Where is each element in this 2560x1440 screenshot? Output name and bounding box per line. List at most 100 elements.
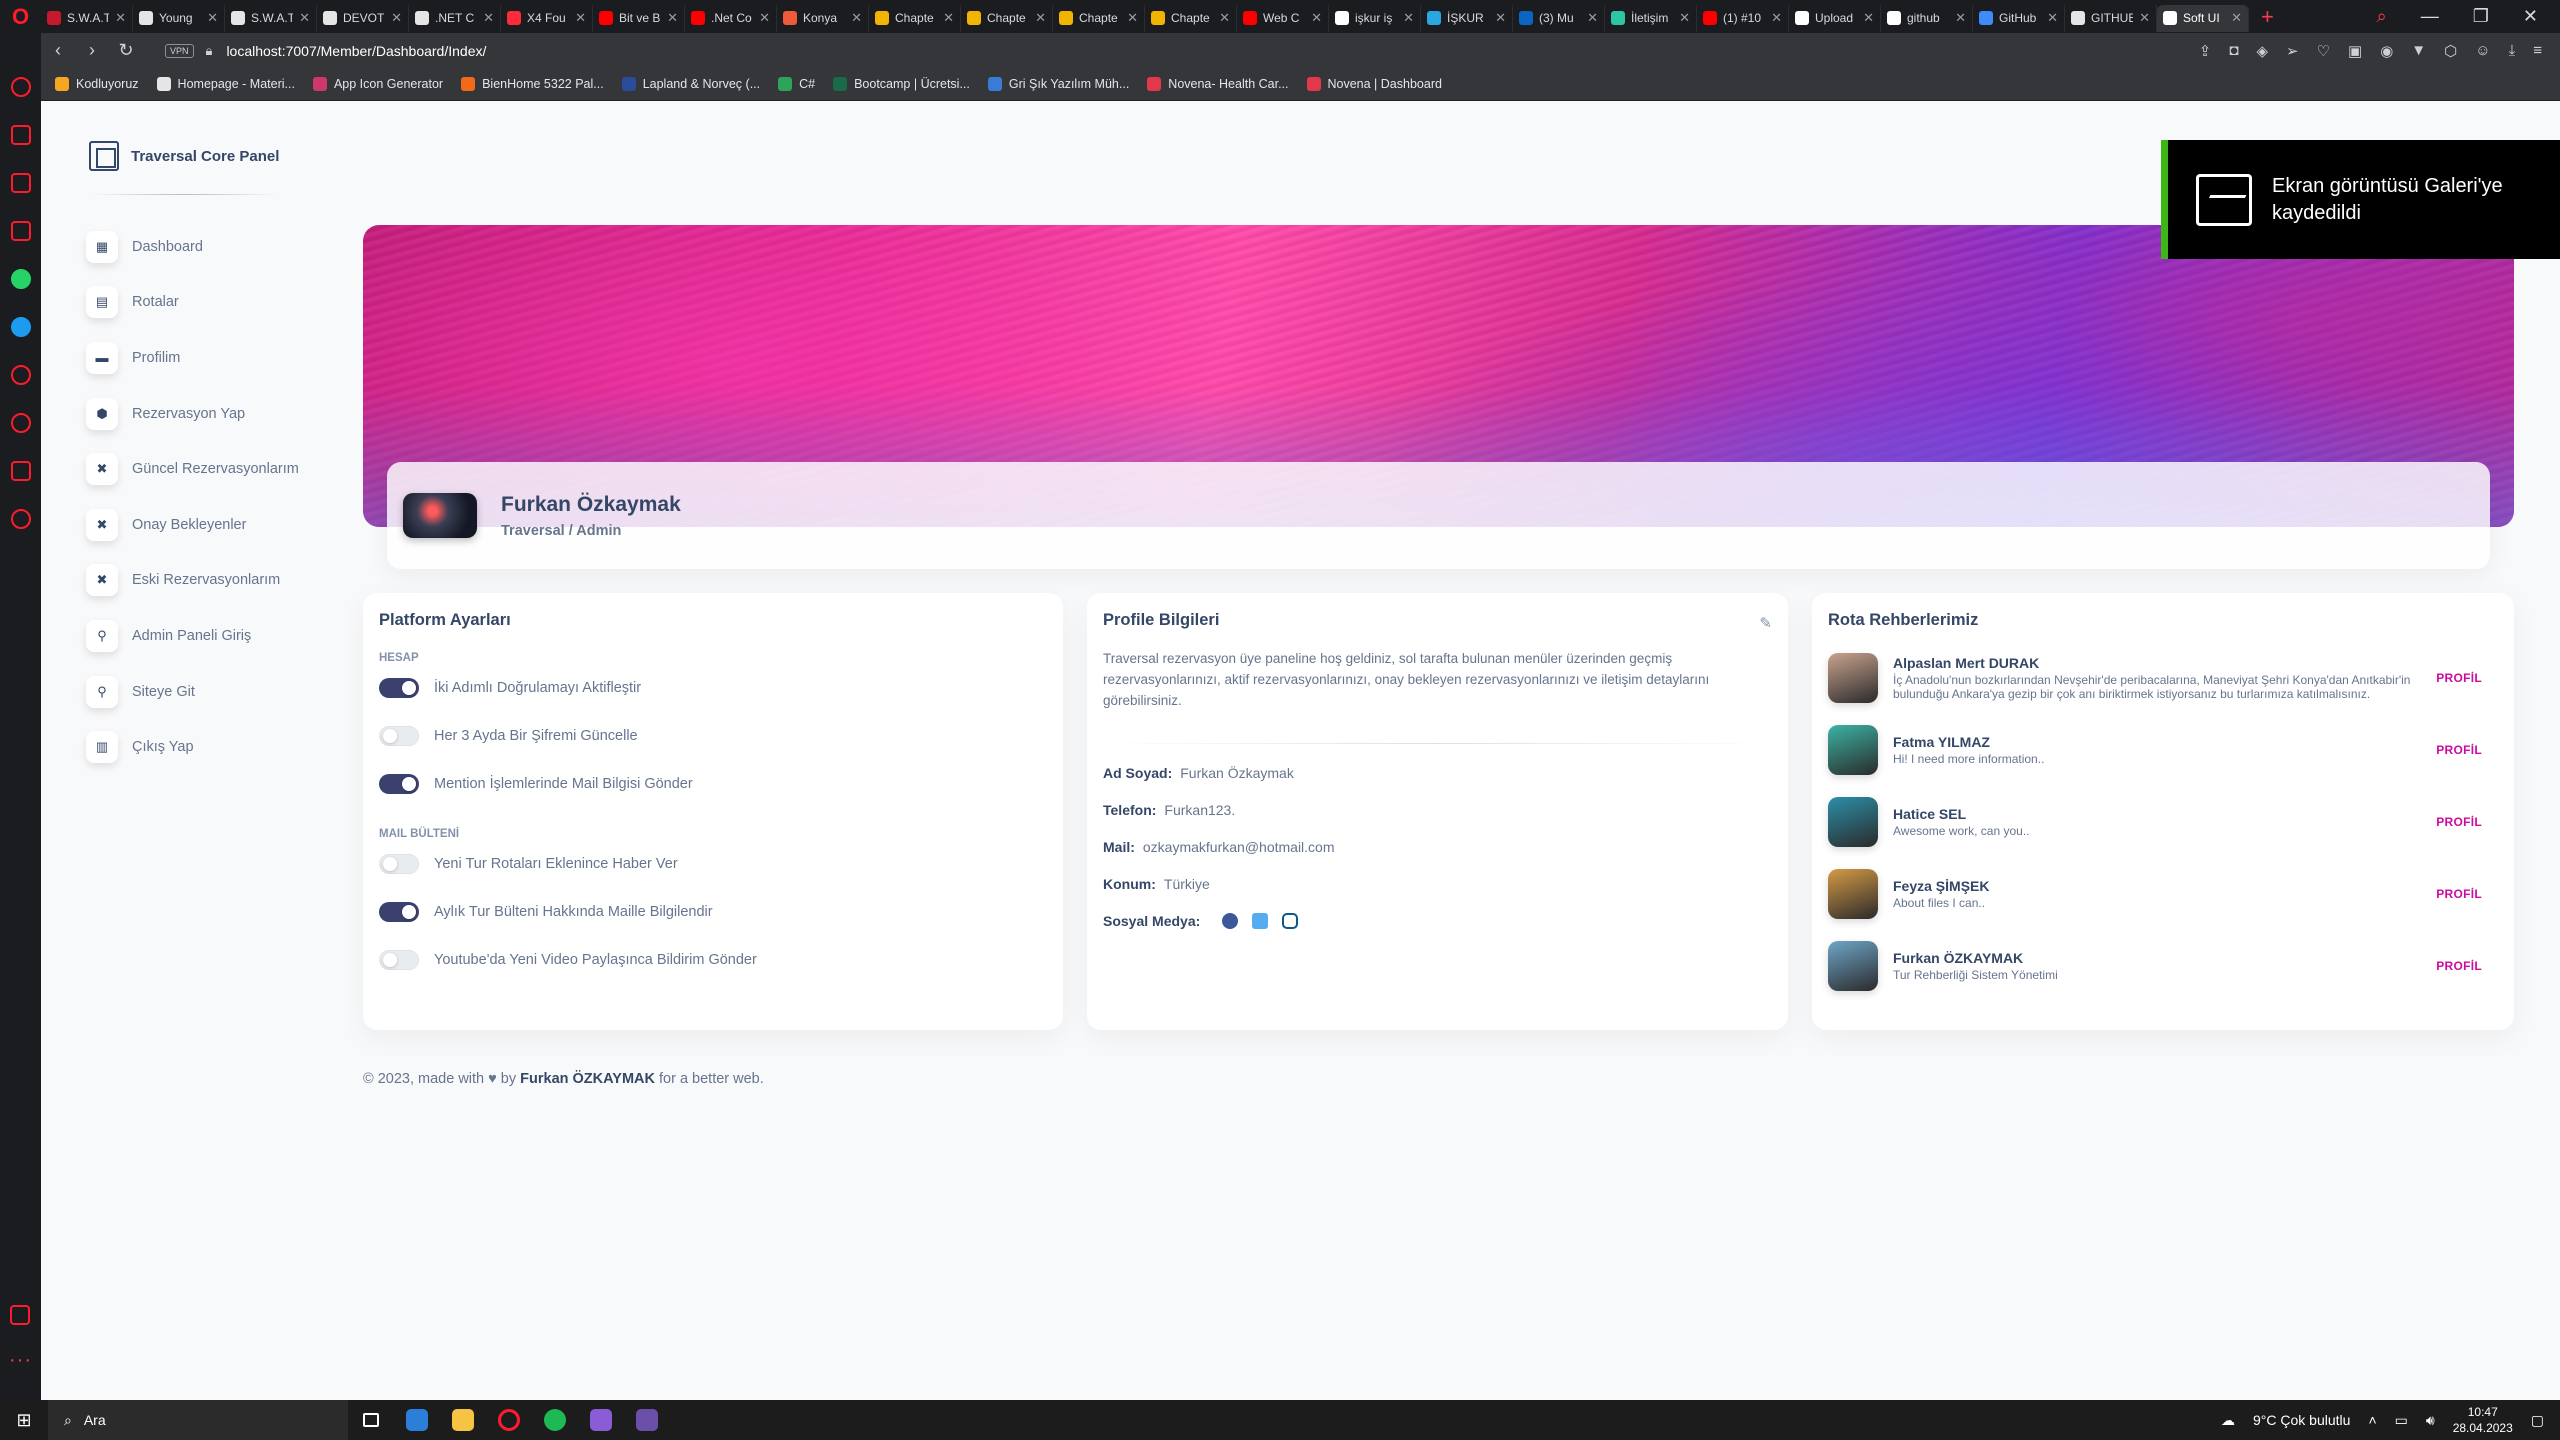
browser-tab[interactable]: Young ✕ (133, 4, 225, 32)
edit-profile-icon[interactable]: ✎ (1759, 614, 1772, 632)
sidebar-item[interactable]: ⚲ Admin Paneli Giriş (86, 608, 346, 664)
volume-icon[interactable]: 🔊︎ (2426, 1412, 2435, 1429)
sidebar-item[interactable]: ✖ Eski Rezervasyonlarım (86, 553, 346, 609)
instagram-icon[interactable] (1282, 912, 1299, 929)
toggle-switch[interactable] (379, 902, 419, 922)
close-tab-icon[interactable]: ✕ (2139, 10, 2150, 26)
browser-tab[interactable]: İletişim ✕ (1605, 4, 1697, 32)
toggle-switch[interactable] (379, 854, 419, 874)
close-tab-icon[interactable]: ✕ (1035, 10, 1046, 26)
url-field[interactable]: localhost:7007/Member/Dashboard/Index/ (226, 43, 486, 59)
opera-logo-icon[interactable]: O (0, 0, 41, 33)
sidebar-item[interactable]: ▦ Dashboard (86, 219, 346, 275)
footer-author-link[interactable]: Furkan ÖZKAYMAK (520, 1071, 655, 1087)
close-tab-icon[interactable]: ✕ (1587, 10, 1598, 26)
download-icon[interactable]: ⤓ (2509, 42, 2516, 60)
browser-tab[interactable]: Chapte ✕ (869, 4, 961, 32)
visual-studio-app-icon[interactable] (578, 1400, 624, 1440)
player-icon[interactable] (10, 365, 31, 385)
shield-icon[interactable]: ◈ (2256, 42, 2268, 60)
close-tab-icon[interactable]: ✕ (1771, 10, 1782, 26)
twitter-icon[interactable] (1252, 912, 1269, 929)
bookmark-item[interactable]: Novena | Dashboard (1306, 77, 1442, 91)
cube-icon[interactable]: ⬡ (2444, 42, 2457, 60)
twitch-icon[interactable] (10, 173, 31, 193)
close-tab-icon[interactable]: ✕ (483, 10, 494, 26)
close-tab-icon[interactable]: ✕ (575, 10, 586, 26)
close-tab-icon[interactable]: ✕ (759, 10, 770, 26)
bookmark-item[interactable]: Gri Şık Yazılım Müh... (987, 77, 1129, 91)
bag-icon[interactable] (10, 125, 31, 145)
browser-tab[interactable]: Chapte ✕ (961, 4, 1053, 32)
extensions-icon[interactable]: ▣ (2348, 42, 2362, 60)
spotify-app-icon[interactable] (532, 1400, 578, 1440)
browser-tab[interactable]: github ✕ (1881, 4, 1973, 32)
share-icon[interactable]: ⇪ (2199, 42, 2212, 60)
browser-tab[interactable]: Chapte ✕ (1053, 4, 1145, 32)
close-tab-icon[interactable]: ✕ (1495, 10, 1506, 26)
close-tab-icon[interactable]: ✕ (207, 10, 218, 26)
profile-icon[interactable]: ☺ (2475, 42, 2490, 60)
close-tab-icon[interactable]: ✕ (1127, 10, 1138, 26)
close-tab-icon[interactable]: ✕ (2231, 10, 2242, 26)
sidebar-item[interactable]: ⬢ Rezervasyon Yap (86, 386, 346, 442)
close-tab-icon[interactable]: ✕ (667, 10, 678, 26)
bookmark-item[interactable]: Lapland & Norveç (... (621, 77, 760, 91)
browser-tab[interactable]: Bit ve B ✕ (593, 4, 685, 32)
sidebar-item[interactable]: ▥ Çıkış Yap (86, 719, 346, 775)
more-icon[interactable]: ··· (9, 1349, 32, 1372)
app-icon[interactable] (624, 1400, 670, 1440)
lock-icon[interactable]: 🔒︎ (206, 43, 213, 59)
gallery-icon[interactable] (10, 1305, 31, 1325)
explorer-app-icon[interactable] (440, 1400, 486, 1440)
send-icon[interactable]: ➢ (2286, 42, 2299, 60)
bookmark-item[interactable]: Novena- Health Car... (1147, 77, 1289, 91)
close-window-button[interactable]: ✕ (2523, 6, 2538, 27)
instagram-icon[interactable] (10, 221, 31, 241)
color-wheel-icon[interactable]: ◉ (2380, 42, 2393, 60)
toggle-switch[interactable] (379, 726, 419, 746)
close-tab-icon[interactable]: ✕ (1219, 10, 1230, 26)
forward-button[interactable]: › (75, 40, 109, 61)
sidebar-item[interactable]: ✖ Güncel Rezervasyonlarım (86, 441, 346, 497)
cube-icon[interactable] (10, 461, 31, 481)
browser-tab[interactable]: Chapte ✕ (1145, 4, 1237, 32)
toggle-switch[interactable] (379, 950, 419, 970)
sidebar-item[interactable]: ⚲ Siteye Git (86, 664, 346, 720)
network-icon[interactable]: ▭ (2395, 1412, 2408, 1429)
chevron-up-icon[interactable]: ˄ (2368, 1412, 2376, 1428)
maximize-button[interactable]: ❐ (2473, 6, 2489, 27)
close-tab-icon[interactable]: ✕ (299, 10, 310, 26)
guide-profile-button[interactable]: PROFİL (2436, 959, 2482, 973)
clock[interactable]: 10:47 28.04.2023 (2453, 1404, 2513, 1436)
weather-text[interactable]: 9°C Çok bulutlu (2253, 1412, 2350, 1428)
settings-icon[interactable] (10, 509, 31, 529)
twitter-icon[interactable] (10, 317, 31, 337)
start-button[interactable]: ⊞ (0, 1410, 48, 1431)
back-button[interactable]: ‹ (41, 40, 75, 61)
search-tabs-icon[interactable]: ⌕ (2377, 6, 2387, 27)
mail-app-icon[interactable] (394, 1400, 440, 1440)
bookmark-item[interactable]: Homepage - Materi... (156, 77, 295, 91)
close-tab-icon[interactable]: ✕ (1955, 10, 1966, 26)
facebook-icon[interactable] (1222, 912, 1239, 929)
close-tab-icon[interactable]: ✕ (115, 10, 126, 26)
browser-tab[interactable]: X4 Fou ✕ (501, 4, 593, 32)
sidebar-item[interactable]: ▤ Rotalar (86, 275, 346, 331)
browser-tab[interactable]: .Net Co ✕ (685, 4, 777, 32)
guide-profile-button[interactable]: PROFİL (2436, 743, 2482, 757)
vpn-badge[interactable]: VPN (165, 43, 194, 58)
browser-tab[interactable]: işkur iş ✕ (1329, 4, 1421, 32)
browser-tab[interactable]: Konya ✕ (777, 4, 869, 32)
heart-icon[interactable]: ♡ (2317, 42, 2330, 60)
browser-tab[interactable]: GITHUB ✕ (2065, 4, 2157, 32)
browser-tab[interactable]: (1) #10 ✕ (1697, 4, 1789, 32)
guide-profile-button[interactable]: PROFİL (2436, 671, 2482, 685)
browser-tab[interactable]: DEVOT ✕ (317, 4, 409, 32)
reload-button[interactable]: ↻ (109, 40, 143, 61)
bookmark-item[interactable]: BienHome 5322 Pal... (461, 77, 604, 91)
opera-app-icon[interactable] (486, 1400, 532, 1440)
sidebar-item[interactable]: ▬ Profilim (86, 330, 346, 386)
close-tab-icon[interactable]: ✕ (851, 10, 862, 26)
new-tab-button[interactable]: + (2249, 4, 2286, 30)
